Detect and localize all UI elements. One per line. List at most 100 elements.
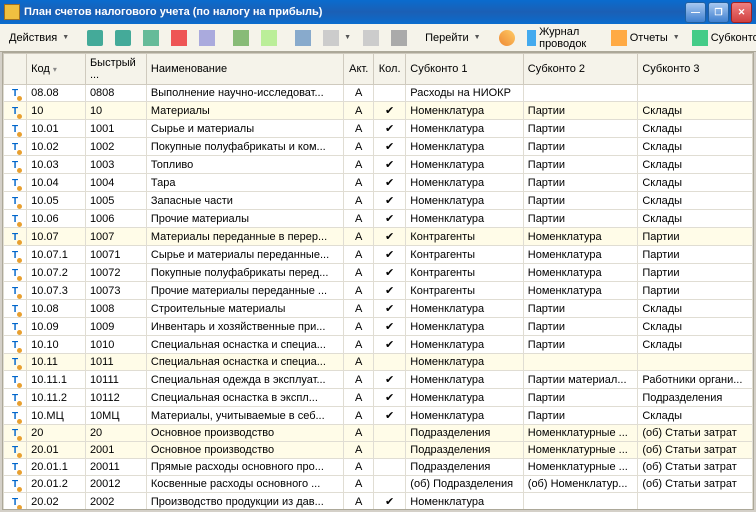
hier-up-button[interactable] bbox=[228, 27, 254, 49]
cell-sub3: Работники органи... bbox=[638, 371, 753, 389]
reports-menu[interactable]: Отчеты▼ bbox=[606, 27, 685, 49]
cell-sub1: Контрагенты bbox=[406, 246, 523, 264]
table-row[interactable]: Т10.091009Инвентарь и хозяйственные при.… bbox=[4, 318, 753, 336]
table-row[interactable]: Т10.071007Материалы переданные в перер..… bbox=[4, 228, 753, 246]
row-icon-cell: Т bbox=[4, 459, 27, 476]
cell-kol: ✔ bbox=[373, 407, 405, 425]
table-row[interactable]: Т2020Основное производствоАПодразделения… bbox=[4, 425, 753, 442]
header-name[interactable]: Наименование bbox=[146, 54, 344, 85]
cell-akt: А bbox=[344, 476, 374, 493]
cell-akt: А bbox=[344, 85, 374, 102]
cell-kol: ✔ bbox=[373, 174, 405, 192]
table-row[interactable]: Т20.022002Производство продукции из дав.… bbox=[4, 493, 753, 511]
actions-menu[interactable]: Действия▼ bbox=[4, 27, 74, 49]
cell-code: 10.04 bbox=[27, 174, 86, 192]
header-code[interactable]: Код ▾ bbox=[27, 54, 86, 85]
table-row[interactable]: Т10.031003ТопливоА✔НоменклатураПартииСкл… bbox=[4, 156, 753, 174]
cell-akt: А bbox=[344, 371, 374, 389]
table-row[interactable]: Т10.07.210072Покупные полуфабрикаты пере… bbox=[4, 264, 753, 282]
cell-kol: ✔ bbox=[373, 192, 405, 210]
copy-button[interactable] bbox=[194, 27, 220, 49]
header-kol[interactable]: Кол. bbox=[373, 54, 405, 85]
goto-menu[interactable]: Перейти▼ bbox=[420, 27, 486, 49]
header-sub1[interactable]: Субконто 1 bbox=[406, 54, 523, 85]
journal-label: Журнал проводок bbox=[539, 26, 593, 50]
delete-button[interactable] bbox=[166, 27, 192, 49]
table-row[interactable]: Т20.01.220012Косвенные расходы основного… bbox=[4, 476, 753, 493]
cell-sub2: Номенклатурные ... bbox=[523, 442, 638, 459]
cell-kol bbox=[373, 476, 405, 493]
row-icon-cell: Т bbox=[4, 300, 27, 318]
header-akt[interactable]: Акт. bbox=[344, 54, 374, 85]
cell-sub1: Подразделения bbox=[406, 425, 523, 442]
cell-sub3: Склады bbox=[638, 138, 753, 156]
table-row[interactable]: Т20.012001Основное производствоАПодразде… bbox=[4, 442, 753, 459]
filter-off-button[interactable] bbox=[386, 27, 412, 49]
account-icon: Т bbox=[12, 232, 18, 243]
cell-sub2: Номенклатура bbox=[523, 282, 638, 300]
table-row[interactable]: Т10.081008Строительные материалыА✔Номенк… bbox=[4, 300, 753, 318]
cell-sub3: (об) Статьи затрат bbox=[638, 442, 753, 459]
row-icon-cell: Т bbox=[4, 318, 27, 336]
grid-container[interactable]: Код ▾ Быстрый ... Наименование Акт. Кол.… bbox=[2, 52, 754, 510]
table-row[interactable]: Т10.011001Сырье и материалыА✔Номенклатур… bbox=[4, 120, 753, 138]
table-row[interactable]: Т10.111011Специальная оснастка и специа.… bbox=[4, 354, 753, 371]
table-row[interactable]: Т1010МатериалыА✔НоменклатураПартииСклады bbox=[4, 102, 753, 120]
table-row[interactable]: Т20.01.120011Прямые расходы основного пр… bbox=[4, 459, 753, 476]
header-fast[interactable]: Быстрый ... bbox=[85, 54, 146, 85]
refresh-button[interactable] bbox=[290, 27, 316, 49]
cell-kol bbox=[373, 425, 405, 442]
cell-kol bbox=[373, 459, 405, 476]
cell-code: 10.11.2 bbox=[27, 389, 86, 407]
header-icon[interactable] bbox=[4, 54, 27, 85]
cell-akt: А bbox=[344, 264, 374, 282]
table-row[interactable]: Т10.МЦ10МЦМатериалы, учитываемые в себ..… bbox=[4, 407, 753, 425]
account-icon: Т bbox=[12, 268, 18, 279]
cell-name: Материалы bbox=[146, 102, 344, 120]
close-button[interactable]: ✕ bbox=[731, 2, 752, 23]
cell-sub2: Номенклатурные ... bbox=[523, 459, 638, 476]
cell-sub1: Номенклатура bbox=[406, 174, 523, 192]
maximize-button[interactable]: ❐ bbox=[708, 2, 729, 23]
filter2-button[interactable] bbox=[358, 27, 384, 49]
cell-sub2: Партии bbox=[523, 174, 638, 192]
cell-name: Выполнение научно-исследоват... bbox=[146, 85, 344, 102]
cell-sub1: Номенклатура bbox=[406, 407, 523, 425]
cell-akt: А bbox=[344, 282, 374, 300]
table-row[interactable]: Т10.041004ТараА✔НоменклатураПартииСклады bbox=[4, 174, 753, 192]
table-row[interactable]: Т10.061006Прочие материалыА✔Номенклатура… bbox=[4, 210, 753, 228]
hier-down-button[interactable] bbox=[256, 27, 282, 49]
cell-code: 10.09 bbox=[27, 318, 86, 336]
table-row[interactable]: Т10.021002Покупные полуфабрикаты и ком..… bbox=[4, 138, 753, 156]
edit-button[interactable] bbox=[138, 27, 164, 49]
accounts-table: Код ▾ Быстрый ... Наименование Акт. Кол.… bbox=[3, 53, 753, 510]
cell-name: Специальная оснастка и специа... bbox=[146, 336, 344, 354]
cell-name: Прочие материалы переданные ... bbox=[146, 282, 344, 300]
table-row[interactable]: Т10.051005Запасные частиА✔НоменклатураПа… bbox=[4, 192, 753, 210]
table-row[interactable]: Т08.080808Выполнение научно-исследоват..… bbox=[4, 85, 753, 102]
cell-sub2: Партии bbox=[523, 102, 638, 120]
cell-sub3: (об) Статьи затрат bbox=[638, 476, 753, 493]
cell-code: 10.05 bbox=[27, 192, 86, 210]
cell-kol: ✔ bbox=[373, 318, 405, 336]
journal-button[interactable]: Журнал проводок bbox=[522, 27, 598, 49]
add-button[interactable] bbox=[82, 27, 108, 49]
minimize-button[interactable]: — bbox=[685, 2, 706, 23]
go-button[interactable] bbox=[494, 27, 520, 49]
cell-name: Прямые расходы основного про... bbox=[146, 459, 344, 476]
header-sub3[interactable]: Субконто 3 bbox=[638, 54, 753, 85]
filter-button[interactable]: ▼ bbox=[318, 27, 356, 49]
account-icon: Т bbox=[12, 250, 18, 261]
cell-name: Специальная одежда в эксплуат... bbox=[146, 371, 344, 389]
table-row[interactable]: Т10.07.110071Сырье и материалы переданны… bbox=[4, 246, 753, 264]
table-row[interactable]: Т10.11.210112Специальная оснастка в эксп… bbox=[4, 389, 753, 407]
table-row[interactable]: Т10.101010Специальная оснастка и специа.… bbox=[4, 336, 753, 354]
table-row[interactable]: Т10.07.310073Прочие материалы переданные… bbox=[4, 282, 753, 300]
cell-sub2: Партии bbox=[523, 336, 638, 354]
table-row[interactable]: Т10.11.110111Специальная одежда в эксплу… bbox=[4, 371, 753, 389]
cell-sub3 bbox=[638, 85, 753, 102]
row-icon-cell: Т bbox=[4, 138, 27, 156]
header-sub2[interactable]: Субконто 2 bbox=[523, 54, 638, 85]
add-group-button[interactable] bbox=[110, 27, 136, 49]
subkonto-menu[interactable]: Субконто▼ bbox=[687, 27, 756, 49]
